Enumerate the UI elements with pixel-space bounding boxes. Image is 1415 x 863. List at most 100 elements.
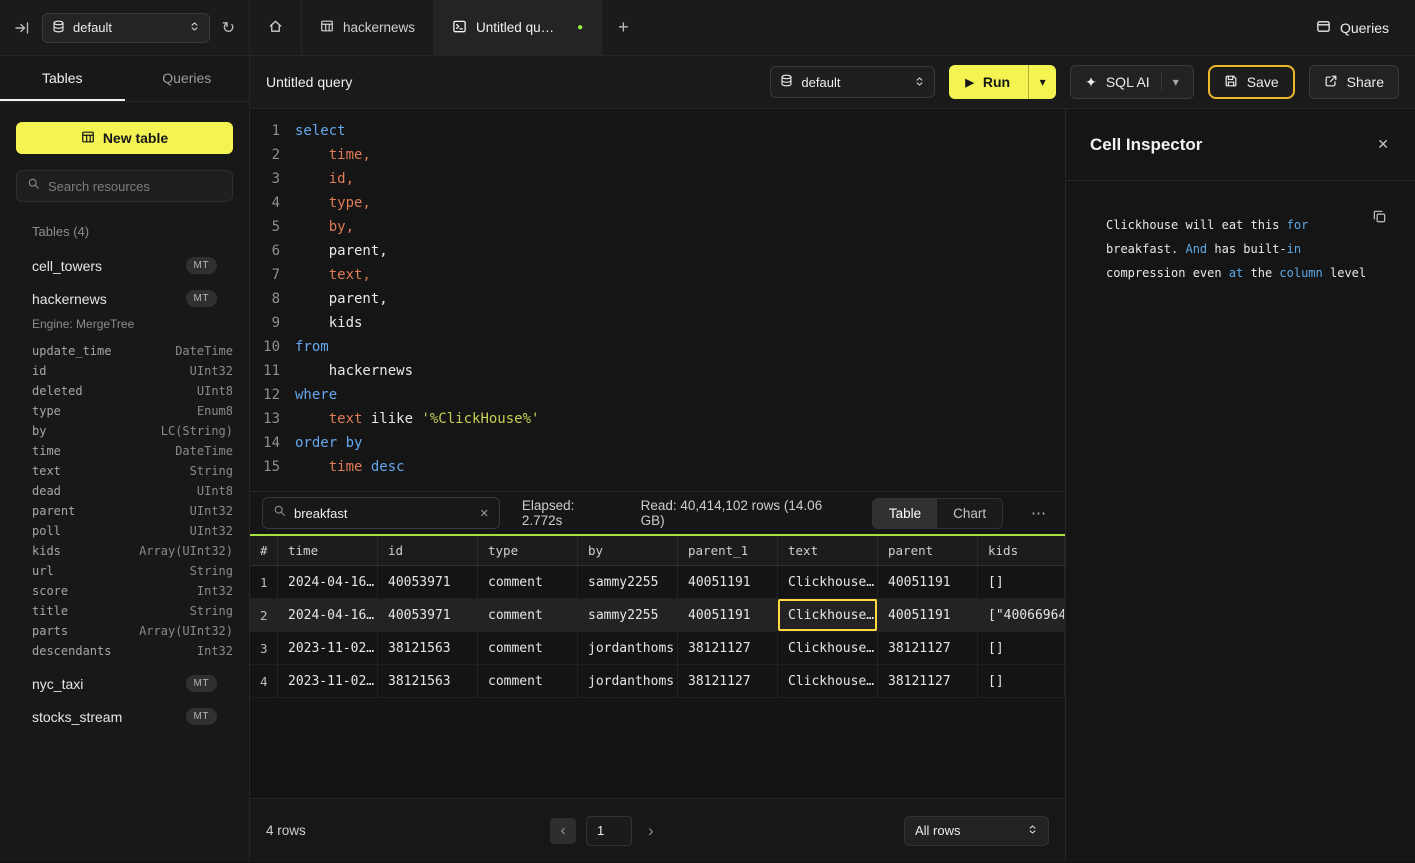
new-tab-button[interactable]: + bbox=[602, 0, 645, 55]
queries-button[interactable]: Queries bbox=[1316, 19, 1389, 37]
search-input[interactable] bbox=[48, 179, 222, 194]
table-row[interactable]: 12024-04-16…40053971commentsammy2255 4005… bbox=[250, 566, 1065, 599]
page-input[interactable] bbox=[586, 816, 632, 846]
row-number-cell[interactable]: 3 bbox=[250, 632, 278, 664]
code-line[interactable]: where bbox=[295, 383, 539, 407]
column-row[interactable]: titleString bbox=[16, 601, 233, 621]
table-cell[interactable]: jordanthoms bbox=[578, 632, 678, 664]
query-database-selector[interactable]: default bbox=[770, 66, 935, 98]
sidebar-table-cell_towers[interactable]: cell_towersMT bbox=[16, 249, 233, 282]
sql-editor[interactable]: 123456789101112131415 select time, id, t… bbox=[250, 109, 1065, 491]
close-inspector-icon[interactable]: ✕ bbox=[1377, 136, 1389, 153]
column-header-by[interactable]: by bbox=[578, 536, 678, 565]
code-line[interactable]: text ilike '%ClickHouse%' bbox=[295, 407, 539, 431]
new-table-button[interactable]: New table bbox=[16, 122, 233, 154]
column-row[interactable]: idUInt32 bbox=[16, 361, 233, 381]
column-row[interactable]: kidsArray(UInt32) bbox=[16, 541, 233, 561]
column-row[interactable]: pollUInt32 bbox=[16, 521, 233, 541]
column-row[interactable]: update_timeDateTime bbox=[16, 341, 233, 361]
results-search[interactable]: ✕ bbox=[262, 497, 500, 529]
column-row[interactable]: typeEnum8 bbox=[16, 401, 233, 421]
table-cell[interactable]: 2023-11-02… bbox=[278, 632, 378, 664]
sidebar-table-hackernews[interactable]: hackernewsMT bbox=[16, 282, 233, 315]
sidebar-tab-queries[interactable]: Queries bbox=[125, 56, 250, 101]
table-cell[interactable]: 2024-04-16… bbox=[278, 599, 378, 631]
column-header-kids[interactable]: kids bbox=[978, 536, 1065, 565]
table-cell[interactable]: 38121127 bbox=[878, 632, 978, 664]
more-options-icon[interactable]: ⋯ bbox=[1031, 504, 1047, 522]
table-cell[interactable]: comment bbox=[478, 599, 578, 631]
column-row[interactable]: byLC(String) bbox=[16, 421, 233, 441]
column-header-text[interactable]: text bbox=[778, 536, 878, 565]
table-cell[interactable]: comment bbox=[478, 566, 578, 598]
code-line[interactable]: order by bbox=[295, 431, 539, 455]
code-line[interactable]: select bbox=[295, 119, 539, 143]
tab-hackernews[interactable]: hackernews bbox=[302, 0, 434, 55]
column-row[interactable]: descendantsInt32 bbox=[16, 641, 233, 661]
chart-view-button[interactable]: Chart bbox=[937, 499, 1002, 528]
table-cell[interactable]: sammy2255 bbox=[578, 566, 678, 598]
table-cell[interactable]: [] bbox=[978, 665, 1065, 697]
sidebar-search[interactable] bbox=[16, 170, 233, 202]
column-row[interactable]: urlString bbox=[16, 561, 233, 581]
code-line[interactable]: text, bbox=[295, 263, 539, 287]
table-cell[interactable]: Clickhouse… bbox=[778, 665, 878, 697]
table-cell[interactable]: [] bbox=[978, 632, 1065, 664]
table-cell[interactable]: Clickhouse… bbox=[778, 599, 878, 631]
prev-page-button[interactable]: ‹ bbox=[550, 818, 576, 844]
sql-ai-caret[interactable]: ▾ bbox=[1173, 75, 1179, 89]
table-view-button[interactable]: Table bbox=[873, 499, 937, 528]
tab-untitled-query[interactable]: Untitled qu… ● bbox=[434, 0, 602, 55]
table-cell[interactable]: 40051191 bbox=[878, 599, 978, 631]
next-page-button[interactable]: › bbox=[642, 821, 660, 841]
code-line[interactable]: parent, bbox=[295, 239, 539, 263]
table-cell[interactable]: comment bbox=[478, 665, 578, 697]
save-button[interactable]: Save bbox=[1208, 65, 1295, 99]
table-cell[interactable]: 38121127 bbox=[678, 665, 778, 697]
code-line[interactable]: kids bbox=[295, 311, 539, 335]
code-line[interactable]: parent, bbox=[295, 287, 539, 311]
column-row[interactable]: textString bbox=[16, 461, 233, 481]
column-header-parent[interactable]: parent bbox=[878, 536, 978, 565]
column-row[interactable]: parentUInt32 bbox=[16, 501, 233, 521]
column-header-id[interactable]: id bbox=[378, 536, 478, 565]
table-cell[interactable]: 40051191 bbox=[878, 566, 978, 598]
table-cell[interactable]: sammy2255 bbox=[578, 599, 678, 631]
column-row[interactable]: deletedUInt8 bbox=[16, 381, 233, 401]
row-number-cell[interactable]: 2 bbox=[250, 599, 278, 631]
column-row[interactable]: scoreInt32 bbox=[16, 581, 233, 601]
table-cell[interactable]: 38121563 bbox=[378, 665, 478, 697]
row-number-cell[interactable]: 4 bbox=[250, 665, 278, 697]
table-cell[interactable]: 2024-04-16… bbox=[278, 566, 378, 598]
table-cell[interactable]: 2023-11-02… bbox=[278, 665, 378, 697]
table-cell[interactable]: comment bbox=[478, 632, 578, 664]
tab-home[interactable] bbox=[250, 0, 302, 55]
sql-ai-button[interactable]: ✦ SQL AI ▾ bbox=[1070, 65, 1194, 99]
rows-per-page-selector[interactable]: All rows bbox=[904, 816, 1049, 846]
table-cell[interactable]: jordanthoms bbox=[578, 665, 678, 697]
results-search-input[interactable] bbox=[294, 506, 472, 521]
column-header-type[interactable]: type bbox=[478, 536, 578, 565]
table-row[interactable]: 22024-04-16…40053971commentsammy2255 4005… bbox=[250, 599, 1065, 632]
table-cell[interactable]: Clickhouse… bbox=[778, 632, 878, 664]
sidebar-tab-tables[interactable]: Tables bbox=[0, 56, 125, 101]
table-cell[interactable]: 40053971 bbox=[378, 599, 478, 631]
run-options-caret[interactable]: ▾ bbox=[1028, 65, 1056, 99]
code-line[interactable]: time, bbox=[295, 143, 539, 167]
row-number-cell[interactable]: 1 bbox=[250, 566, 278, 598]
code-line[interactable]: from bbox=[295, 335, 539, 359]
table-row[interactable]: 42023-11-02…38121563commentjordanthoms38… bbox=[250, 665, 1065, 698]
table-cell[interactable]: [] bbox=[978, 566, 1065, 598]
code-line[interactable]: by, bbox=[295, 215, 539, 239]
table-cell[interactable]: 40053971 bbox=[378, 566, 478, 598]
run-button[interactable]: ▶ Run ▾ bbox=[949, 65, 1056, 99]
table-cell[interactable]: Clickhouse… bbox=[778, 566, 878, 598]
column-header-parent_1[interactable]: parent_1 bbox=[678, 536, 778, 565]
sidebar-table-nyc_taxi[interactable]: nyc_taxiMT bbox=[16, 667, 233, 700]
column-row[interactable]: deadUInt8 bbox=[16, 481, 233, 501]
table-cell[interactable]: 38121127 bbox=[878, 665, 978, 697]
column-row[interactable]: timeDateTime bbox=[16, 441, 233, 461]
code-line[interactable]: type, bbox=[295, 191, 539, 215]
code-line[interactable]: time desc bbox=[295, 455, 539, 479]
table-row[interactable]: 32023-11-02…38121563commentjordanthoms38… bbox=[250, 632, 1065, 665]
